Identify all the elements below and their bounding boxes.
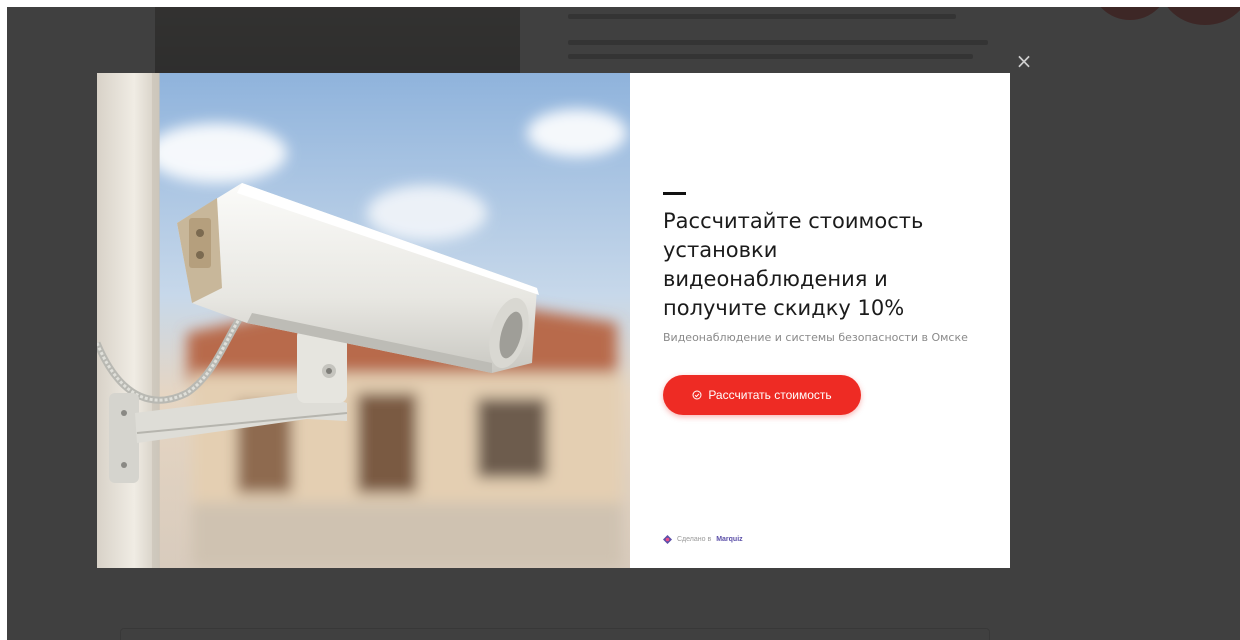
close-icon: × <box>1015 49 1033 73</box>
accent-bar <box>663 192 686 195</box>
credit-prefix: Сделано в <box>677 536 712 543</box>
window-edge <box>0 0 7 640</box>
calculate-cost-label: Рассчитать стоимость <box>708 388 832 402</box>
marquiz-credit-link[interactable]: Сделано в Marquiz <box>663 535 743 544</box>
cctv-camera-image <box>97 73 630 568</box>
camera-illustration <box>97 73 630 568</box>
close-button[interactable]: × <box>1013 50 1035 72</box>
credit-brand: Marquiz <box>716 536 743 543</box>
modal-subtitle: Видеонаблюдение и системы безопасности в… <box>663 331 968 344</box>
window-edge-top <box>0 0 1240 7</box>
check-circle-icon <box>692 390 702 400</box>
modal-headline: Рассчитайте стоимость установки видеонаб… <box>663 209 924 320</box>
modal-content: Рассчитайте стоимость установки видеонаб… <box>630 73 1010 568</box>
marquiz-logo-icon <box>663 535 672 544</box>
calculate-cost-button[interactable]: Рассчитать стоимость <box>663 375 861 415</box>
quiz-modal: Рассчитайте стоимость установки видеонаб… <box>97 73 1010 568</box>
